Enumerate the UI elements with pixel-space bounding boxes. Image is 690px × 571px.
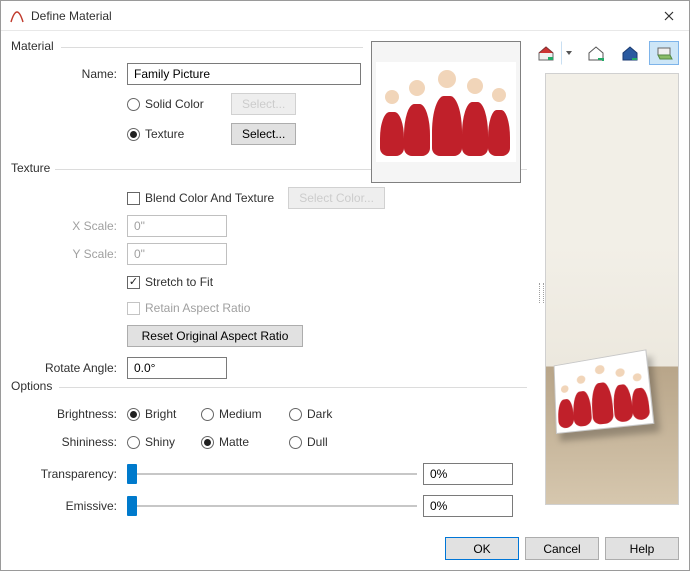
app-icon bbox=[9, 8, 25, 24]
close-button[interactable] bbox=[649, 1, 689, 31]
preview-mode-color[interactable] bbox=[531, 41, 561, 65]
preview-3d-pane[interactable] bbox=[545, 73, 679, 505]
material-legend: Material bbox=[11, 39, 54, 53]
splitter-handle[interactable] bbox=[539, 281, 544, 305]
blend-label: Blend Color And Texture bbox=[145, 191, 274, 205]
shininess-shiny-radio[interactable] bbox=[127, 436, 140, 449]
rotate-label: Rotate Angle: bbox=[11, 361, 127, 375]
house-blueprint-icon bbox=[621, 45, 639, 61]
shininess-matte-label: Matte bbox=[219, 435, 275, 449]
shininess-shiny-label: Shiny bbox=[145, 435, 187, 449]
emissive-input[interactable] bbox=[423, 495, 513, 517]
texture-legend: Texture bbox=[11, 161, 50, 175]
transparency-input[interactable] bbox=[423, 463, 513, 485]
house-frame-icon bbox=[587, 45, 605, 61]
texture-thumbnail bbox=[371, 41, 521, 183]
transparency-label: Transparency: bbox=[11, 467, 127, 481]
help-button[interactable]: Help bbox=[605, 537, 679, 560]
texture-select-button[interactable]: Select... bbox=[231, 123, 296, 145]
ok-button[interactable]: OK bbox=[445, 537, 519, 560]
cancel-button[interactable]: Cancel bbox=[525, 537, 599, 560]
emissive-slider[interactable] bbox=[127, 495, 417, 517]
brightness-bright-label: Bright bbox=[145, 407, 187, 421]
rotate-input[interactable] bbox=[127, 357, 227, 379]
select-color-button: Select Color... bbox=[288, 187, 385, 209]
dialog-footer: OK Cancel Help bbox=[445, 537, 679, 560]
preview-mode-frame[interactable] bbox=[581, 41, 611, 65]
family-image-placeholder bbox=[376, 62, 516, 162]
shininess-dull-radio[interactable] bbox=[289, 436, 302, 449]
shininess-matte-radio[interactable] bbox=[201, 436, 214, 449]
name-label: Name: bbox=[11, 67, 127, 81]
preview-toolbar bbox=[531, 41, 679, 65]
brightness-dark-radio[interactable] bbox=[289, 408, 302, 421]
solid-select-button: Select... bbox=[231, 93, 296, 115]
preview-mode-blueprint[interactable] bbox=[615, 41, 645, 65]
brightness-medium-radio[interactable] bbox=[201, 408, 214, 421]
reset-aspect-button[interactable]: Reset Original Aspect Ratio bbox=[127, 325, 303, 347]
emissive-label: Emissive: bbox=[11, 499, 127, 513]
shininess-label: Shininess: bbox=[11, 435, 127, 449]
slider-thumb[interactable] bbox=[127, 496, 137, 516]
blend-checkbox[interactable] bbox=[127, 192, 140, 205]
brightness-label: Brightness: bbox=[11, 407, 127, 421]
stretch-checkbox[interactable] bbox=[127, 276, 140, 289]
title-bar: Define Material bbox=[1, 1, 689, 31]
close-icon bbox=[664, 11, 674, 21]
texture-radio[interactable] bbox=[127, 128, 140, 141]
brightness-medium-label: Medium bbox=[219, 407, 275, 421]
shininess-dull-label: Dull bbox=[307, 435, 328, 449]
brightness-dark-label: Dark bbox=[307, 407, 332, 421]
solid-color-radio[interactable] bbox=[127, 98, 140, 111]
chevron-down-icon bbox=[566, 51, 572, 55]
window-title: Define Material bbox=[31, 9, 649, 23]
xscale-label: X Scale: bbox=[11, 219, 127, 233]
yscale-input bbox=[127, 243, 227, 265]
solid-color-label: Solid Color bbox=[145, 97, 217, 111]
slider-thumb[interactable] bbox=[127, 464, 137, 484]
xscale-input bbox=[127, 215, 227, 237]
wall-plane-icon bbox=[655, 45, 673, 61]
yscale-label: Y Scale: bbox=[11, 247, 127, 261]
retain-label: Retain Aspect Ratio bbox=[145, 301, 250, 315]
retain-checkbox bbox=[127, 302, 140, 315]
preview-picture-object bbox=[554, 349, 655, 434]
name-input[interactable] bbox=[127, 63, 361, 85]
stretch-label: Stretch to Fit bbox=[145, 275, 213, 289]
options-legend: Options bbox=[11, 379, 52, 393]
house-color-icon bbox=[537, 45, 555, 61]
texture-label: Texture bbox=[145, 127, 217, 141]
preview-mode-wall[interactable] bbox=[649, 41, 679, 65]
transparency-slider[interactable] bbox=[127, 463, 417, 485]
preview-mode-color-dropdown[interactable] bbox=[561, 41, 577, 65]
brightness-bright-radio[interactable] bbox=[127, 408, 140, 421]
